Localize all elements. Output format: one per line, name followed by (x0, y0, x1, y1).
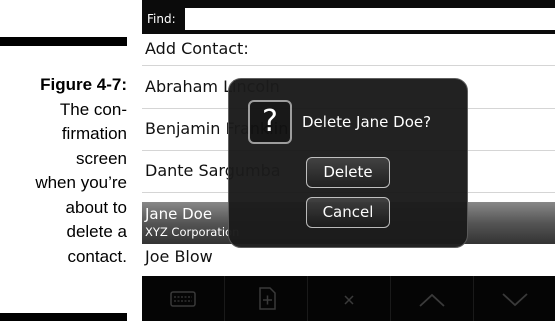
add-contact-label: Add Contact: (145, 39, 249, 58)
up-arrow-icon (419, 293, 445, 307)
keyboard-icon (170, 291, 196, 307)
caption-line: screen (75, 148, 127, 168)
new-contact-button[interactable] (225, 276, 308, 321)
contact-name: Joe Blow (145, 247, 213, 266)
dialog-message: Delete Jane Doe? (302, 113, 432, 131)
caption-line: delete a (66, 222, 128, 241)
question-icon: ? (248, 100, 292, 144)
scroll-up-button[interactable] (391, 276, 474, 321)
delete-confirmation-dialog: ? Delete Jane Doe? Delete Cancel (228, 78, 468, 248)
caption-rule-top (0, 37, 127, 46)
caption-line: contact. (67, 246, 127, 266)
selected-contact-company: XYZ Corporation (145, 225, 240, 239)
figure-number: Figure 4-7: (40, 75, 127, 94)
question-glyph: ? (262, 104, 278, 139)
cancel-button[interactable]: Cancel (306, 197, 390, 228)
caption-line: about to (65, 197, 127, 217)
new-document-icon (259, 287, 276, 310)
caption-panel: Figure 4-7: The con- firmation screen wh… (0, 0, 133, 321)
caption-line: firmation (61, 124, 127, 143)
keyboard-button[interactable] (142, 276, 225, 321)
find-bar: Find: (142, 0, 555, 34)
delete-button[interactable]: Delete (306, 157, 390, 188)
caption-line: The con- (59, 99, 127, 119)
contact-list-item[interactable]: Joe Blow (142, 245, 555, 275)
scroll-down-button[interactable] (474, 276, 555, 321)
close-icon (344, 295, 354, 305)
find-input[interactable] (185, 8, 555, 30)
find-label: Find: (147, 12, 176, 26)
add-contact-row[interactable]: Add Contact: (142, 34, 555, 66)
caption-line: when you’re (35, 173, 127, 192)
bottom-toolbar (142, 276, 555, 321)
down-arrow-icon (502, 293, 528, 307)
selected-contact-name: Jane Doe (145, 205, 213, 223)
figure-caption: Figure 4-7: The con- firmation screen wh… (0, 73, 127, 269)
phone-screen: Find: Add Contact: Abraham Lincoln Benja… (142, 0, 555, 321)
delete-toolbar-button[interactable] (308, 276, 391, 321)
caption-rule-bottom (0, 313, 127, 321)
